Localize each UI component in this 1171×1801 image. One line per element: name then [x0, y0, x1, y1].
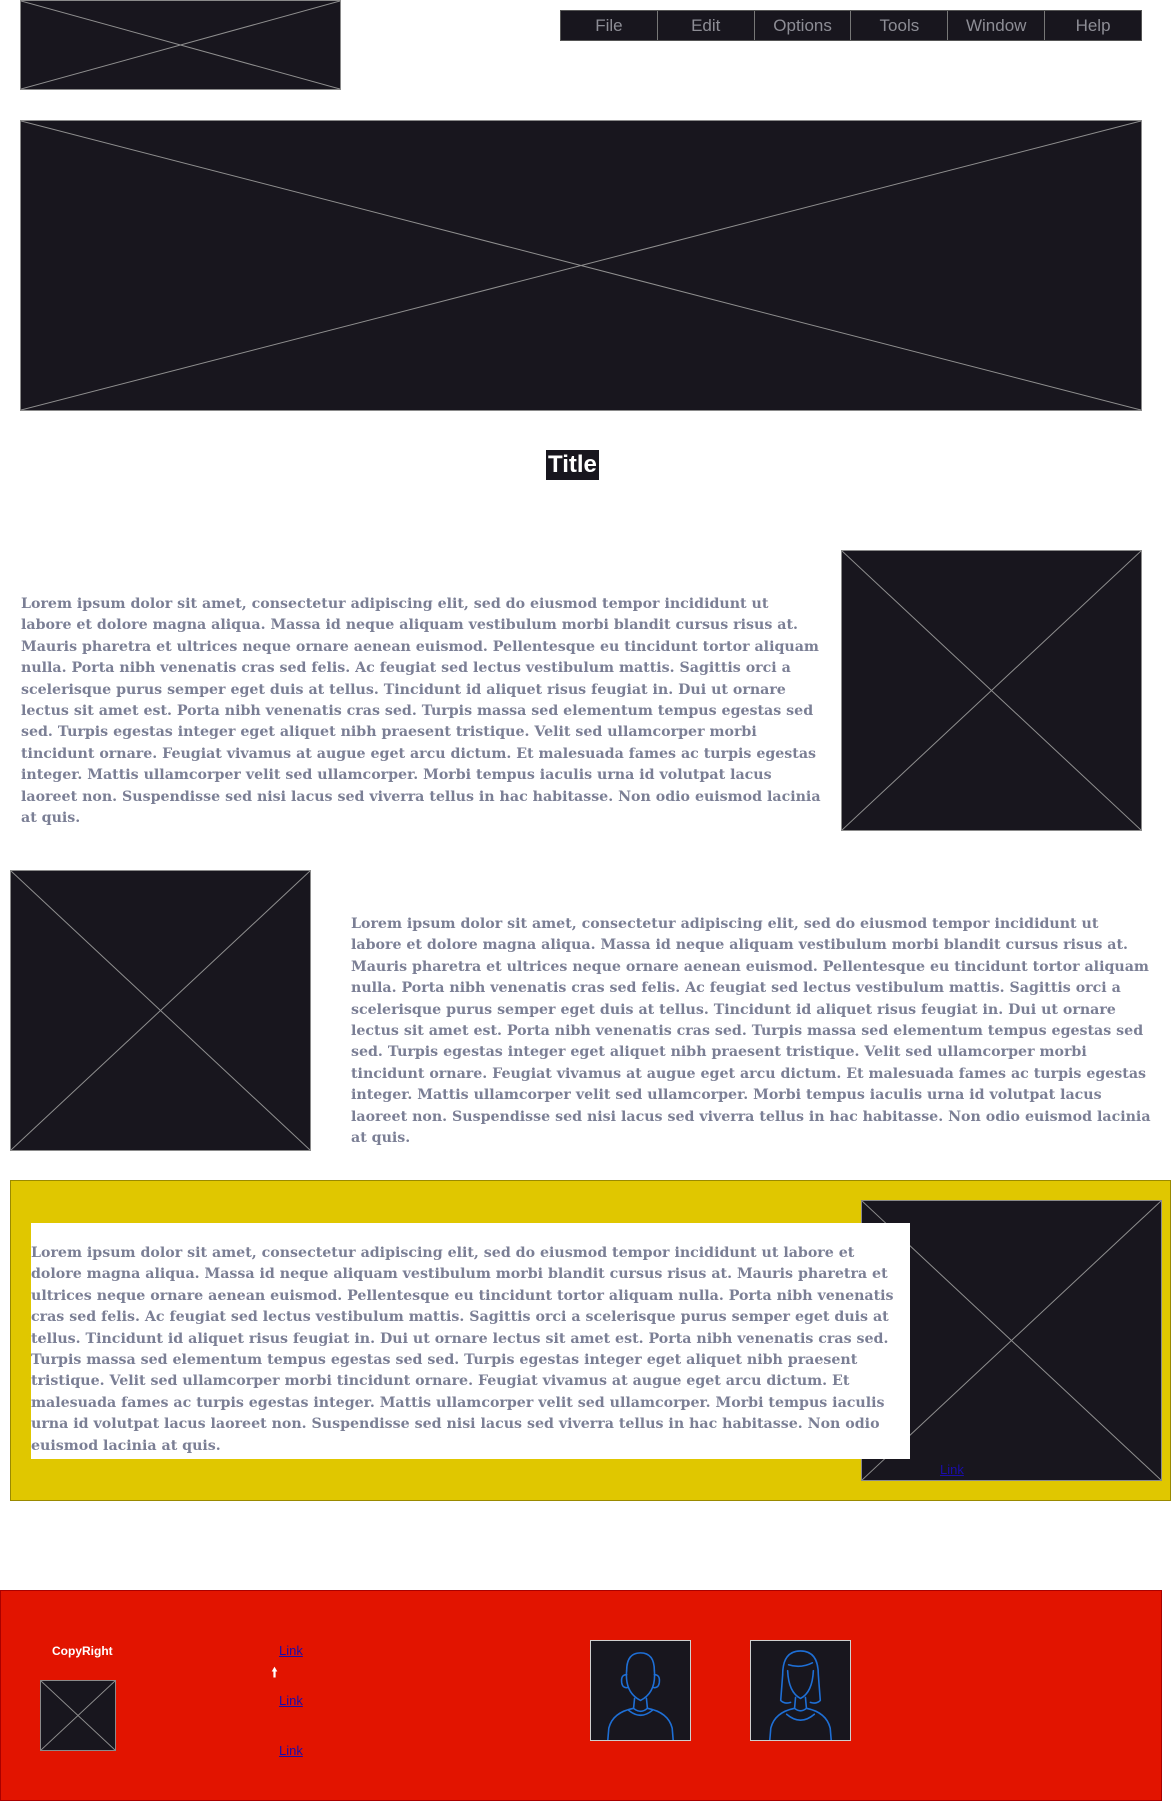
- section-3-link[interactable]: Link: [940, 1462, 964, 1477]
- section-1-text: Lorem ipsum dolor sit amet, consectetur …: [21, 596, 821, 827]
- menu-item-tools[interactable]: Tools: [851, 11, 949, 40]
- section-2-image-placeholder: [10, 870, 311, 1151]
- section-2-text: Lorem ipsum dolor sit amet, consectetur …: [351, 916, 1151, 1147]
- footer-logo-placeholder: [40, 1680, 116, 1751]
- hero-image-placeholder: [20, 120, 1142, 411]
- menu-item-edit[interactable]: Edit: [658, 11, 755, 40]
- logo-placeholder: [20, 0, 341, 90]
- menu-item-options[interactable]: Options: [755, 11, 852, 40]
- footer-link-1[interactable]: Link: [279, 1643, 303, 1658]
- male-avatar-icon: [590, 1640, 691, 1741]
- section-1-image-placeholder: [841, 550, 1142, 831]
- section-3-text: Lorem ipsum dolor sit amet, consectetur …: [31, 1245, 894, 1454]
- footer: [0, 1590, 1162, 1801]
- footer-link-2[interactable]: Link: [279, 1693, 303, 1708]
- menu-bar: File Edit Options Tools Window Help: [560, 10, 1142, 41]
- menu-item-file[interactable]: File: [561, 11, 658, 40]
- page-title: Title: [546, 450, 599, 480]
- footer-link-3[interactable]: Link: [279, 1743, 303, 1758]
- copyright-text: CopyRight: [52, 1644, 113, 1658]
- female-avatar-icon: [750, 1640, 851, 1741]
- cursor-arrow-icon: 🠙: [271, 1664, 279, 1680]
- menu-item-help[interactable]: Help: [1045, 11, 1141, 40]
- menu-item-window[interactable]: Window: [948, 11, 1046, 40]
